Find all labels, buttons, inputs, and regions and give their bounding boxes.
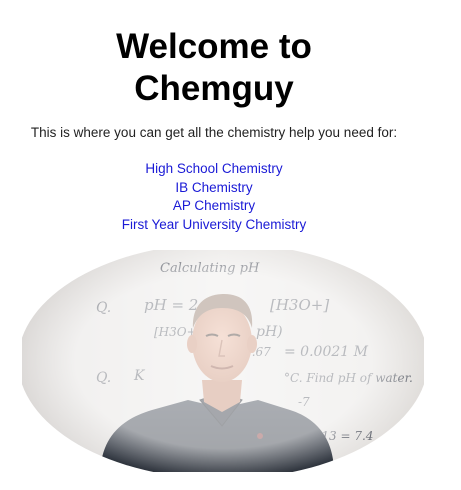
board-text-q1: Q.	[96, 300, 111, 316]
instructor-ear-right	[247, 335, 257, 353]
intro-text: This is where you can get all the chemis…	[30, 125, 398, 140]
board-text-line4: °C. Find pH of water.	[284, 371, 413, 385]
board-text-line5: -7	[298, 395, 310, 409]
board-text-line1: pH = 2.	[144, 296, 203, 314]
board-text-line3b: = 0.0021 M	[284, 344, 369, 360]
board-text-line2b: pH)	[256, 324, 283, 340]
link-ap-chemistry[interactable]: AP Chemistry	[173, 198, 255, 213]
board-text-top: Calculating pH	[160, 261, 260, 276]
link-ib-chemistry[interactable]: IB Chemistry	[175, 180, 252, 195]
board-text-line4a: K	[133, 368, 146, 384]
course-links-list: High School Chemistry IB Chemistry AP Ch…	[0, 160, 428, 234]
instructor-ear-left	[187, 335, 197, 353]
page-title-line-2: Chemguy	[134, 69, 294, 108]
shirt-logo	[257, 433, 263, 439]
board-text-q2: Q.	[96, 370, 111, 386]
course-link-item: AP Chemistry	[0, 197, 428, 216]
course-link-item: IB Chemistry	[0, 179, 428, 198]
course-link-item: First Year University Chemistry	[0, 216, 428, 235]
page: Welcome to Chemguy This is where you can…	[0, 0, 461, 490]
page-title-line-1: Welcome to	[116, 27, 312, 66]
instructor-photo: Calculating pH Q. pH = 2. [H3O+] [H3O+] …	[22, 250, 424, 472]
link-first-year-university-chemistry[interactable]: First Year University Chemistry	[122, 217, 307, 232]
course-link-item: High School Chemistry	[0, 160, 428, 179]
board-text-line1b: [H3O+]	[270, 296, 329, 314]
page-title: Welcome to Chemguy	[0, 26, 428, 110]
link-high-school-chemistry[interactable]: High School Chemistry	[145, 161, 282, 176]
